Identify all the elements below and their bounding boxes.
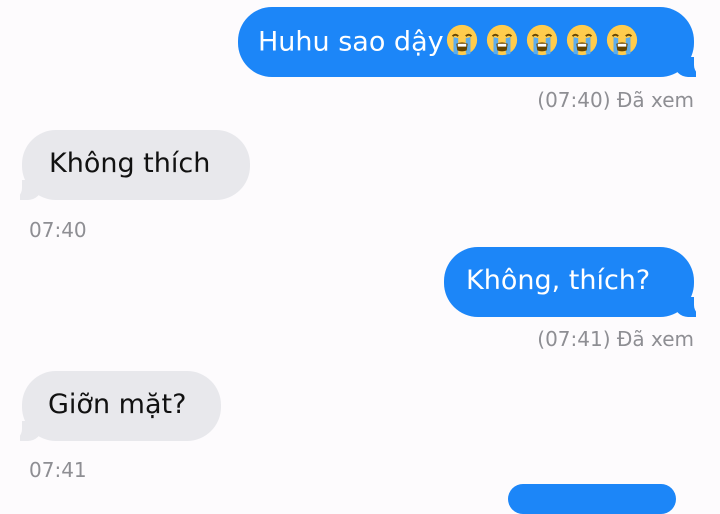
message-status: (07:41) Đã xem [537,327,694,351]
loudly-crying-face-icon [606,24,637,56]
message-bubble-incoming[interactable]: Giỡn mặt? [8,371,221,441]
bubble-tail [8,178,42,200]
message-text: Giỡn mặt? [48,389,187,420]
loudly-crying-face-icon [566,24,597,56]
message-status: (07:40) Đã xem [537,88,694,112]
bubble-tail [8,419,42,441]
message-text: Huhu sao dậy [258,26,444,58]
message-bubble-outgoing[interactable]: Huhu sao dậy [238,7,708,77]
bubble-tail [674,295,708,317]
message-bubble-outgoing-partial[interactable] [508,484,676,514]
message-timestamp: 07:40 [29,218,87,242]
message-thread: Huhu sao dậy (07:40) Đã xem Không thích … [0,0,720,514]
loudly-crying-face-icon [446,24,477,56]
loudly-crying-face-icon [486,24,517,56]
bubble-tail [674,55,708,77]
loudly-crying-face-icon [526,24,557,56]
message-timestamp: 07:41 [29,458,87,482]
message-text: Không, thích? [466,265,651,296]
message-bubble-outgoing[interactable]: Không, thích? [444,247,708,317]
message-bubble-incoming[interactable]: Không thích [8,130,250,200]
message-text: Không thích [49,148,211,179]
emoji-group [445,24,639,60]
